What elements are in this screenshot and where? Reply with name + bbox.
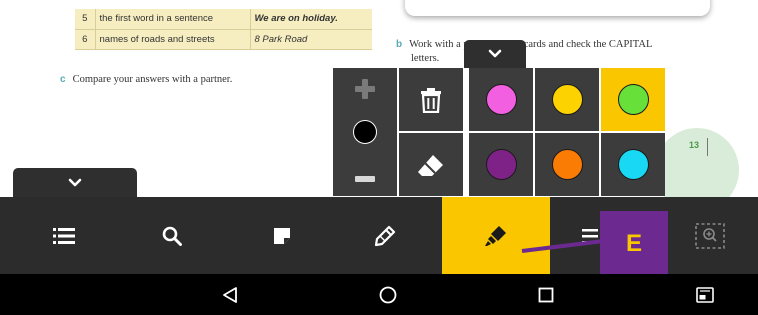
annotation-callout: E: [600, 211, 668, 277]
color-swatch: [617, 84, 649, 115]
eraser-icon: [418, 154, 443, 176]
drawing-palette: [333, 68, 665, 196]
eraser-button[interactable]: [399, 133, 463, 196]
back-button[interactable]: [208, 274, 252, 315]
page-marker: [707, 138, 708, 156]
example-cell: We are on holiday.: [250, 9, 372, 30]
task-text: Compare your answers with a partner.: [72, 74, 233, 85]
back-icon: [223, 286, 237, 303]
example-text: We are on holiday.: [254, 13, 338, 25]
table-row: 5 the first word in a sentence We are on…: [75, 9, 372, 30]
example-text: 8 Park Road: [254, 33, 308, 45]
pen-size-control: [333, 68, 397, 196]
color-yellow-button[interactable]: [535, 68, 599, 131]
recents-icon: [538, 287, 554, 302]
table-row: 6 names of roads and streets 8 Park Road: [75, 29, 372, 50]
current-size-dot: [353, 120, 377, 144]
list-icon: [53, 227, 75, 244]
home-button[interactable]: [366, 274, 410, 315]
chevron-down-icon: [488, 49, 502, 58]
toolbar-collapse-button[interactable]: [13, 168, 137, 198]
capital-letters-table: 5 the first word in a sentence We are on…: [75, 9, 372, 50]
task-c: c Compare your answers with a partner.: [60, 73, 232, 87]
zoom-button[interactable]: [680, 197, 740, 274]
task-letter: b: [396, 39, 403, 50]
screenshot-icon: [696, 286, 714, 303]
color-swatch: [551, 84, 583, 115]
page-number: 13: [689, 140, 700, 150]
color-swatch: [485, 84, 517, 115]
palette-collapse-button[interactable]: [464, 40, 526, 68]
notes-button[interactable]: [238, 197, 326, 274]
row-number: 5: [75, 9, 96, 30]
pencil-tool-button[interactable]: [340, 197, 430, 274]
color-swatch: [551, 149, 583, 180]
example-cell: 8 Park Road: [250, 29, 372, 50]
color-swatch: [485, 149, 517, 180]
page-number-badge: [655, 128, 739, 197]
plus-icon: [355, 79, 375, 99]
highlighter-icon: [485, 225, 506, 246]
rule-cell: names of roads and streets: [95, 29, 251, 50]
color-orange-button[interactable]: [535, 133, 599, 196]
color-swatch: [617, 149, 649, 180]
task-letter: c: [60, 74, 66, 85]
minus-icon: [355, 176, 375, 182]
table-of-contents-button[interactable]: [20, 197, 108, 274]
system-navigation-bar: [0, 274, 758, 315]
size-increase-button[interactable]: [353, 77, 377, 101]
color-purple-button[interactable]: [469, 133, 533, 196]
color-cyan-button[interactable]: [601, 133, 665, 196]
delete-drawing-button[interactable]: [399, 68, 463, 131]
task-text-continued: letters.: [411, 53, 440, 64]
highlighter-tool-button[interactable]: [442, 197, 550, 274]
task-text: Work with a partner. Swap cards and chec…: [409, 39, 653, 50]
rule-cell: the first word in a sentence: [95, 9, 251, 30]
trash-icon: [421, 87, 441, 113]
screenshot-button[interactable]: [683, 274, 727, 315]
row-number: 6: [75, 29, 96, 50]
color-pink-button[interactable]: [469, 68, 533, 131]
pencil-icon: [374, 225, 396, 246]
popup-card: [405, 0, 710, 16]
search-icon: [162, 226, 182, 246]
note-icon: [274, 227, 290, 244]
search-button[interactable]: [128, 197, 216, 274]
chevron-down-icon: [68, 178, 82, 187]
task-b: b Work with a partner. Swap cards and che…: [396, 38, 716, 66]
zoom-icon: [695, 222, 725, 249]
recents-button[interactable]: [524, 274, 568, 315]
home-icon: [379, 286, 397, 303]
annotation-label: E: [625, 230, 642, 257]
color-green-button[interactable]: [601, 68, 665, 131]
size-decrease-button[interactable]: [353, 169, 377, 189]
